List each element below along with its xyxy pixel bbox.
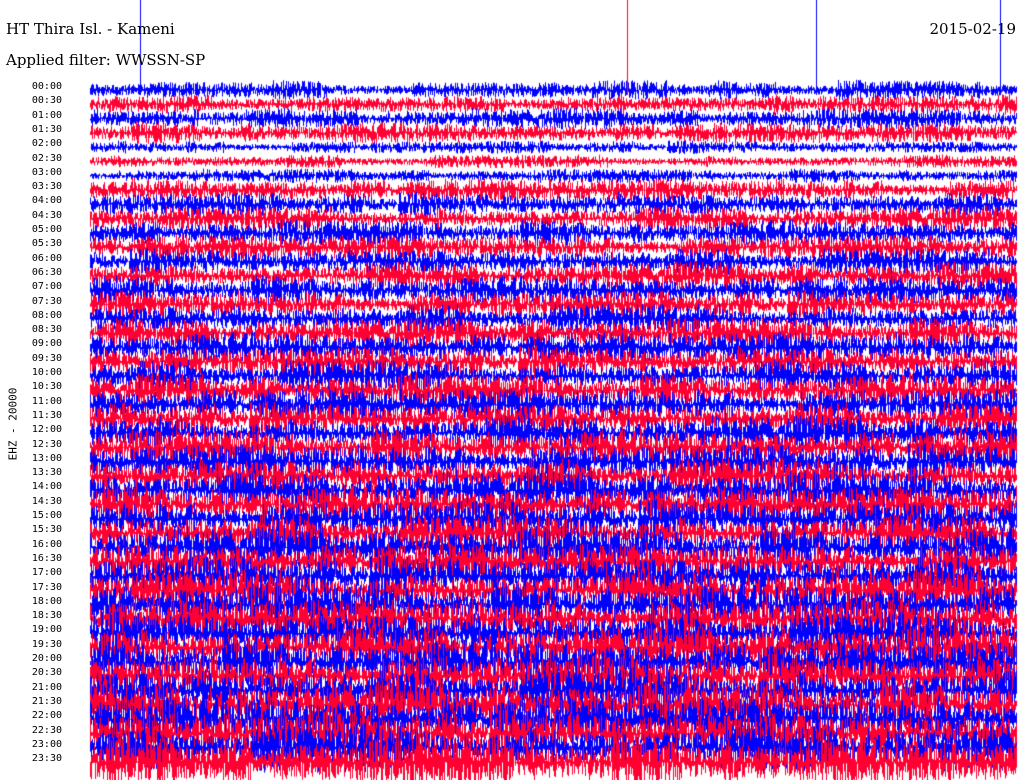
time-label-0930: 09:30 [31,352,62,364]
time-label-0800: 08:00 [31,309,62,321]
time-label-1230: 12:30 [31,438,62,450]
record-date: 2015-02-19 [929,20,1016,38]
time-label-0330: 03:30 [31,181,62,193]
time-label-0100: 01:00 [31,109,62,121]
time-label-0830: 08:30 [31,324,62,336]
time-label-2230: 22:30 [31,724,62,736]
time-label-1500: 15:00 [31,510,62,521]
time-label-2200: 22:00 [31,710,62,722]
time-label-0700: 07:00 [31,281,62,293]
time-label-1300: 13:00 [31,452,62,464]
time-label-1430: 14:30 [31,495,62,507]
seismogram-traces [0,0,1024,780]
time-label-0200: 02:00 [31,138,62,150]
time-label-2300: 23:00 [31,738,62,750]
time-axis-labels: 00:00 00:30 01:00 01:30 02:00 02:30 03:00 03:30… [0,0,66,780]
time-label-0730: 07:30 [31,295,62,307]
time-label-1030: 10:30 [31,381,62,393]
time-label-0630: 06:30 [31,266,62,278]
time-label-1830: 18:30 [31,610,62,622]
time-label-2130: 21:30 [31,695,62,707]
time-label-0900: 09:00 [31,338,62,350]
time-label-1900: 19:00 [31,624,62,636]
time-label-2030: 20:30 [31,667,62,679]
time-label-1200: 12:00 [31,424,62,436]
time-label-2100: 21:00 [31,681,62,693]
time-label-1700: 17:00 [31,567,62,579]
time-label-0130: 01:30 [31,123,62,135]
time-label-1730: 17:30 [31,581,62,593]
time-label-0030: 00:30 [31,95,62,107]
time-label-1400: 14:00 [31,481,62,493]
time-label-1800: 18:00 [31,595,62,607]
time-label-0230: 02:30 [31,152,62,164]
time-label-1630: 16:30 [31,552,62,564]
time-label-0430: 04:30 [31,209,62,221]
time-label-0000: 00:00 [31,81,62,92]
time-label-1100: 11:00 [31,395,62,407]
time-label-2000: 20:00 [31,653,62,664]
time-label-0600: 06:00 [31,252,62,264]
time-label-1130: 11:30 [31,409,62,421]
time-label-1930: 19:30 [31,638,62,650]
time-label-0530: 05:30 [31,238,62,250]
time-label-1600: 16:00 [31,538,62,550]
time-label-1000: 10:00 [31,367,62,378]
time-label-0500: 05:00 [31,224,62,235]
time-label-1330: 13:30 [31,467,62,479]
time-label-1530: 15:30 [31,524,62,536]
time-label-0400: 04:00 [31,195,62,207]
time-label-2330: 23:30 [31,753,62,765]
time-label-0300: 03:00 [31,166,62,178]
